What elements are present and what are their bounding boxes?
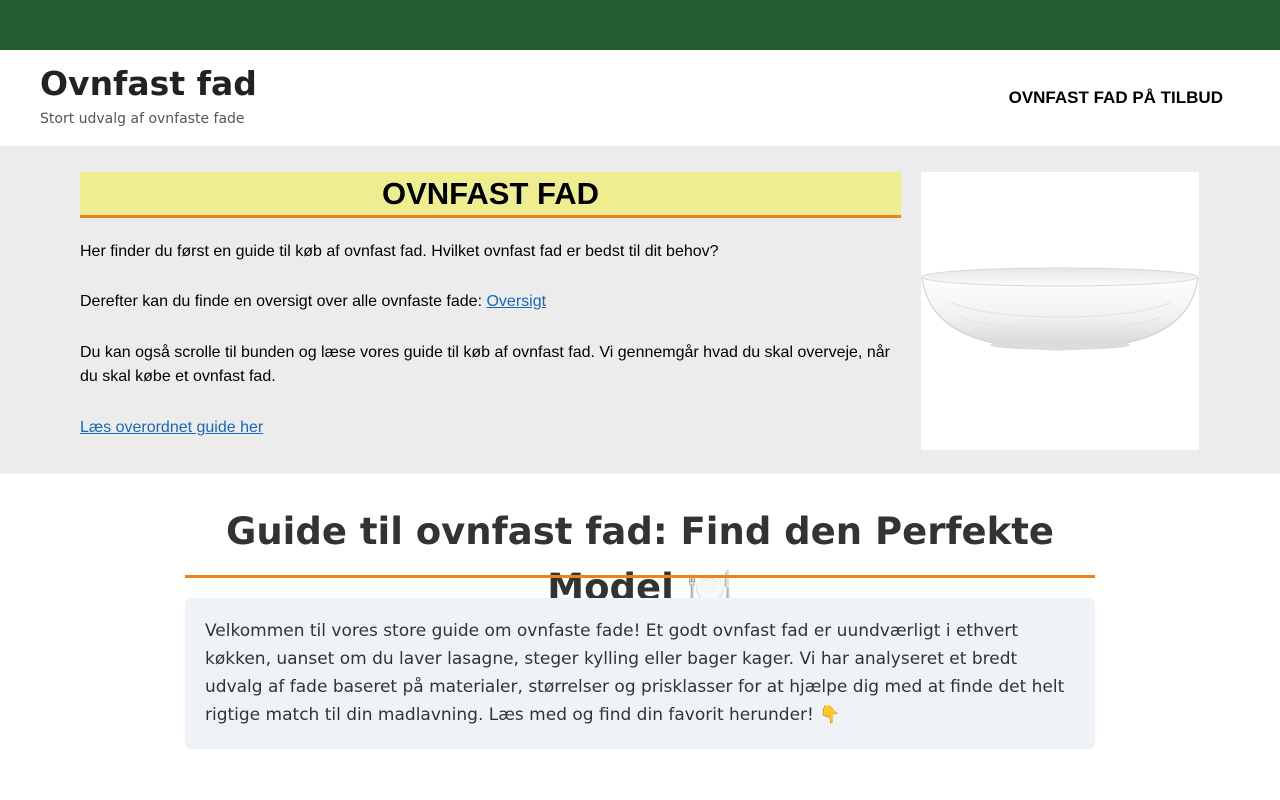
- hero-scroll-text: Du kan også scrolle til bunden og læse v…: [80, 344, 890, 385]
- guide-link[interactable]: Læs overordnet guide her: [80, 419, 263, 436]
- nav-link-tilbud[interactable]: OVNFAST FAD PÅ TILBUD: [1009, 88, 1223, 108]
- hero-overview: Derefter kan du finde en oversigt over a…: [80, 290, 901, 314]
- hero-section: OVNFAST FAD Her finder du først en guide…: [0, 147, 1280, 474]
- hero-intro: Her finder du først en guide til køb af …: [80, 243, 719, 260]
- hero-title: OVNFAST FAD: [80, 172, 901, 218]
- guide-divider: [185, 575, 1095, 578]
- site-header: Ovnfast fad Stort udvalg af ovnfaste fad…: [0, 50, 1280, 147]
- baking-dish-icon: [921, 267, 1199, 351]
- site-tagline: Stort udvalg af ovnfaste fade: [40, 111, 245, 127]
- overview-link[interactable]: Oversigt: [486, 293, 546, 310]
- hero-guide-paragraph: Læs overordnet guide her: [80, 416, 901, 440]
- guide-intro-box: Velkommen til vores store guide om ovnfa…: [185, 598, 1095, 749]
- top-bar: [0, 0, 1280, 50]
- product-image: [921, 172, 1199, 450]
- site-title[interactable]: Ovnfast fad: [40, 64, 257, 103]
- overview-text: Derefter kan du finde en oversigt over a…: [80, 293, 487, 310]
- hero-content: OVNFAST FAD Her finder du først en guide…: [80, 172, 901, 440]
